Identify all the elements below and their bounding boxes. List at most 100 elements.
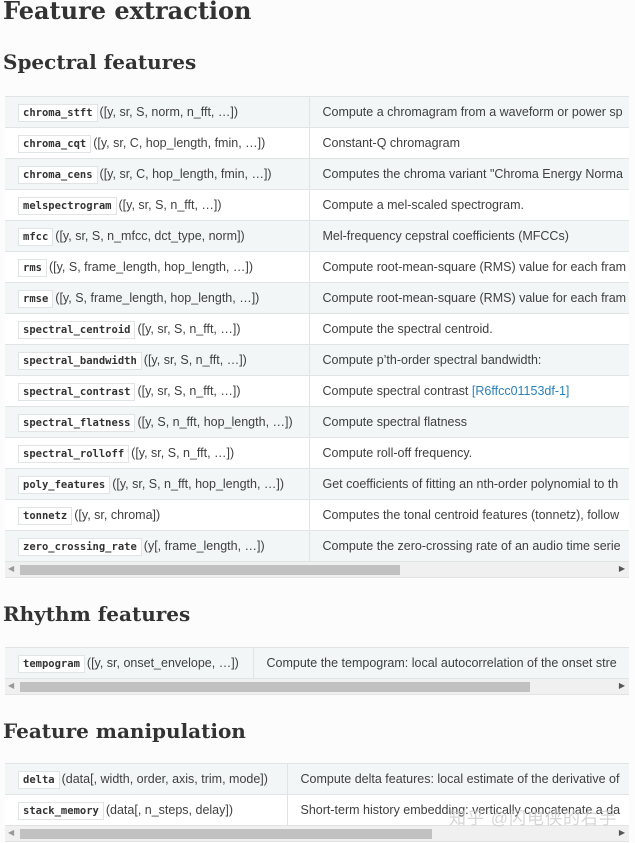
table-row: rmse ([y, S, frame_length, hop_length, …]… [5,282,629,314]
function-link[interactable]: mfcc [18,228,55,246]
function-link[interactable]: spectral_contrast [18,383,137,401]
function-description: Compute spectral contrast [322,384,469,398]
function-signature: ([y, sr, S, n_fft, …]) [118,198,222,212]
function-link[interactable]: melspectrogram [18,197,119,215]
section-heading: Feature manipulation [3,719,246,743]
function-name: chroma_stft [18,104,98,122]
function-description: Compute p’th-order spectral bandwidth: [322,353,542,367]
function-name: tempogram [18,655,85,673]
table-row: melspectrogram ([y, sr, S, n_fft, …]) Comp… [5,189,629,221]
function-description: Compute root-mean-square (RMS) value for… [322,260,627,274]
function-description: Compute spectral flatness [322,415,468,429]
function-name: spectral_flatness [18,414,136,432]
citation-link[interactable]: [R6ffcc01153df-1] [472,384,570,398]
function-link[interactable]: rms [18,259,49,277]
function-signature: ([y, sr, S, n_fft, …]) [143,353,247,367]
function-description: Get coefficients of fitting an nth-order… [322,477,619,491]
function-description: Compute a chromagram from a waveform or … [322,105,623,119]
scrollbar-thumb[interactable] [20,565,400,575]
function-link[interactable]: chroma_cens [18,166,100,184]
table-row: spectral_centroid ([y, sr, S, n_fft, …]) C… [5,313,629,345]
function-signature: ([y, sr, chroma]) [74,508,161,522]
function-signature: (data[, n_steps, delay]) [105,803,234,817]
function-description: Compute the spectral centroid. [322,322,493,336]
section-heading: Rhythm features [3,602,191,626]
function-table: tempogram ([y, sr, onset_envelope, …]) Com… [5,647,629,695]
function-name: poly_features [18,476,111,494]
function-link[interactable]: spectral_centroid [18,321,137,339]
watermark: 知乎 @闪电侠的右手 [449,809,617,828]
function-description: Compute delta features: local estimate o… [300,772,620,786]
table-row: chroma_cqt ([y, sr, C, hop_length, fmin, … [5,127,629,159]
scroll-right-arrow-icon[interactable]: ▶ [619,564,625,573]
function-link[interactable]: delta [18,771,62,789]
function-description: Compute root-mean-square (RMS) value for… [322,291,627,305]
function-signature: ([y, sr, S, n_fft, …]) [137,384,241,398]
function-link[interactable]: chroma_cqt [18,135,93,153]
function-name: mfcc [18,228,54,246]
function-description: Compute a mel-scaled spectrogram. [322,198,524,212]
function-link[interactable]: spectral_rolloff [18,445,131,463]
function-signature: (y[, frame_length, …]) [143,539,265,553]
horizontal-scrollbar[interactable]: ◀ ▶ [5,562,629,578]
table-row: poly_features ([y, sr, S, n_fft, hop_leng… [5,468,629,500]
function-name: chroma_cqt [18,135,92,153]
table-row: rms ([y, S, frame_length, hop_length, …])… [5,251,629,283]
function-signature: ([y, sr, S, n_fft, hop_length, …]) [112,477,285,491]
scroll-left-arrow-icon[interactable]: ◀ [8,564,14,573]
function-link[interactable]: tonnetz [18,507,74,525]
table-row: spectral_bandwidth ([y, sr, S, n_fft, …])… [5,344,629,376]
function-description: Constant-Q chromagram [322,136,461,150]
scroll-right-arrow-icon[interactable]: ▶ [619,828,625,837]
function-link[interactable]: tempogram [18,655,87,673]
page-title: Feature extraction [3,0,252,25]
function-name: stack_memory [18,802,104,820]
table-row: mfcc ([y, sr, S, n_mfcc, dct_type, norm])… [5,220,629,252]
table-row: tonnetz ([y, sr, chroma]) Computes the ton… [5,499,629,531]
function-description: Computes the chroma variant "Chroma Ener… [322,167,623,181]
function-description: Compute the zero-crossing rate of an aud… [322,539,621,553]
table-row: chroma_cens ([y, sr, C, hop_length, fmin,… [5,158,629,190]
table-row: tempogram ([y, sr, onset_envelope, …]) Com… [5,648,629,679]
table-row: zero_crossing_rate (y[, frame_length, …])… [5,530,629,562]
function-description: Computes the tonal centroid features (to… [322,508,620,522]
function-table: delta (data[, width, order, axis, trim, m… [5,763,629,842]
table-row: delta (data[, width, order, axis, trim, m… [5,764,629,795]
function-link[interactable]: rmse [18,290,55,308]
function-description: Mel-frequency cepstral coefficients (MFC… [322,229,569,243]
function-signature: ([y, sr, onset_envelope, …]) [86,656,239,670]
function-link[interactable]: spectral_bandwidth [18,352,144,370]
function-name: spectral_rolloff [18,445,130,463]
function-link[interactable]: chroma_stft [18,104,100,122]
scroll-left-arrow-icon[interactable]: ◀ [8,828,14,837]
function-name: zero_crossing_rate [18,538,142,556]
scrollbar-thumb[interactable] [20,829,432,839]
function-link[interactable]: zero_crossing_rate [18,538,144,556]
table-row: spectral_contrast ([y, sr, S, n_fft, …]) C… [5,375,629,407]
function-signature: (data[, width, order, axis, trim, mode]) [61,772,268,786]
function-name: delta [18,771,60,789]
function-name: spectral_contrast [18,383,136,401]
scrollbar-thumb[interactable] [20,682,530,692]
function-signature: ([y, sr, S, n_fft, …]) [137,322,241,336]
function-signature: ([y, sr, S, n_fft, …]) [131,446,235,460]
function-name: rmse [18,290,54,308]
function-signature: ([y, sr, S, n_mfcc, dct_type, norm]) [55,229,245,243]
function-name: chroma_cens [18,166,98,184]
scroll-right-arrow-icon[interactable]: ▶ [619,681,625,690]
function-name: spectral_centroid [18,321,136,339]
function-link[interactable]: spectral_flatness [18,414,137,432]
scroll-left-arrow-icon[interactable]: ◀ [8,681,14,690]
function-signature: ([y, sr, C, hop_length, fmin, …]) [99,167,272,181]
function-signature: ([y, S, n_fft, hop_length, …]) [137,415,293,429]
function-description: Compute roll-off frequency. [322,446,473,460]
function-name: melspectrogram [18,197,117,215]
function-name: spectral_bandwidth [18,352,142,370]
table-row: chroma_stft ([y, sr, S, norm, n_fft, …]) C… [5,97,629,128]
function-signature: ([y, sr, C, hop_length, fmin, …]) [93,136,266,150]
horizontal-scrollbar[interactable]: ◀ ▶ [5,679,629,695]
function-link[interactable]: stack_memory [18,802,106,820]
function-link[interactable]: poly_features [18,476,112,494]
table-row: spectral_rolloff ([y, sr, S, n_fft, …]) Co… [5,437,629,469]
function-name: tonnetz [18,507,73,525]
